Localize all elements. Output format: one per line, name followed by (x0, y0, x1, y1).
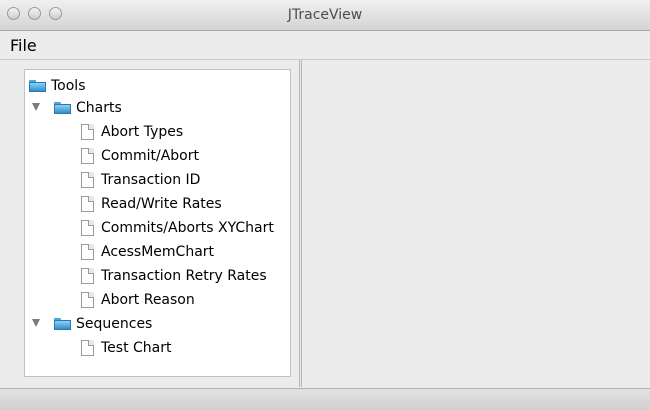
tools-tree: Tools Charts Abort Types Commit/Abort Tr… (24, 69, 291, 377)
tree-panel: Tools Charts Abort Types Commit/Abort Tr… (10, 60, 300, 387)
tree-leaf-commits-aborts-xychart[interactable]: Commits/Aborts XYChart (25, 217, 285, 239)
tree-node-label: Sequences (76, 316, 153, 332)
tree-node-label: Tools (51, 78, 86, 94)
tree-leaf-abort-reason[interactable]: Abort Reason (25, 289, 285, 311)
folder-icon (29, 80, 46, 92)
tree-leaf-abort-types[interactable]: Abort Types (25, 121, 285, 143)
document-icon (81, 340, 94, 356)
document-icon (81, 196, 94, 212)
folder-icon (54, 102, 71, 114)
status-bar (0, 388, 650, 410)
document-icon (81, 124, 94, 140)
document-icon (81, 268, 94, 284)
menu-bar: File (0, 31, 650, 60)
tree-leaf-label: Commits/Aborts XYChart (101, 220, 274, 236)
disclosure-triangle-icon[interactable] (32, 103, 40, 111)
tree-leaf-transaction-retry-rates[interactable]: Transaction Retry Rates (25, 265, 285, 287)
document-icon (81, 244, 94, 260)
document-icon (81, 292, 94, 308)
title-bar: JTraceView (0, 0, 650, 31)
tree-leaf-commit-abort[interactable]: Commit/Abort (25, 145, 285, 167)
content-panel (301, 60, 650, 387)
document-icon (81, 172, 94, 188)
document-icon (81, 148, 94, 164)
tree-leaf-label: Transaction ID (101, 172, 201, 188)
split-pane: Tools Charts Abort Types Commit/Abort Tr… (10, 60, 650, 387)
tree-leaf-label: Abort Reason (101, 292, 195, 308)
tree-node-sequences[interactable]: Sequences (25, 313, 285, 335)
tree-leaf-label: Abort Types (101, 124, 184, 140)
tree-leaf-transaction-id[interactable]: Transaction ID (25, 169, 285, 191)
tree-node-tools[interactable]: Tools (25, 75, 285, 97)
window-title: JTraceView (287, 7, 363, 23)
tree-leaf-test-chart[interactable]: Test Chart (25, 337, 285, 359)
file-menu[interactable]: File (10, 36, 37, 55)
document-icon (81, 220, 94, 236)
tree-node-label: Charts (76, 100, 122, 116)
tree-leaf-read-write-rates[interactable]: Read/Write Rates (25, 193, 285, 215)
disclosure-triangle-icon[interactable] (32, 319, 40, 327)
folder-icon (54, 318, 71, 330)
tree-leaf-acessmemchart[interactable]: AcessMemChart (25, 241, 285, 263)
tree-leaf-label: Transaction Retry Rates (101, 268, 267, 284)
tree-leaf-label: AcessMemChart (101, 244, 215, 260)
tree-leaf-label: Test Chart (101, 340, 172, 356)
tree-leaf-label: Commit/Abort (101, 148, 199, 164)
tree-node-charts[interactable]: Charts (25, 97, 285, 119)
tree-leaf-label: Read/Write Rates (101, 196, 222, 212)
